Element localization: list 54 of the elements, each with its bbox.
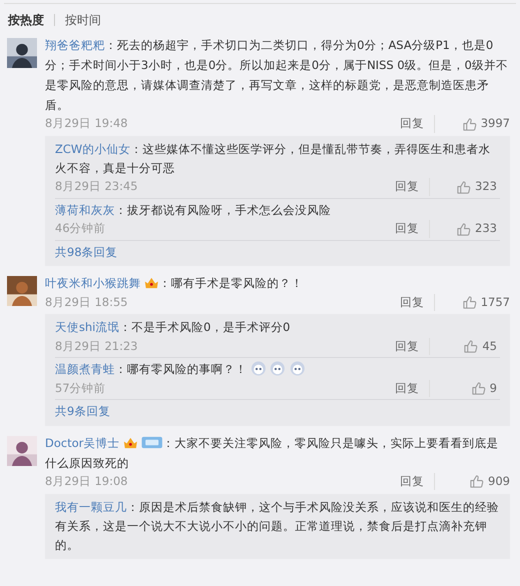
- like-count: 909: [488, 472, 510, 490]
- emoji-icon: [270, 361, 286, 376]
- emoji-icon: [290, 361, 305, 376]
- user-name-link[interactable]: 叶夜米和小猴跳舞: [45, 276, 141, 290]
- comment-text: 叶夜米和小猴跳舞 ：哪有手术是零风险的？！: [45, 275, 304, 292]
- like-icon[interactable]: [456, 222, 472, 236]
- comment-text: 翔爸爸粑粑：死去的杨超宇，手术切口为二类切口，得分为0分；ASA分级P1，也是0分；手术时间小于3小时，也是0分。所以加起来是0分，属于NISS 0级。但是，0级并不是零风险的意思，请媒体调查清楚了，再写文章，这样的标题党，是恶意制造医患矛盾。: [45, 37, 509, 114]
- like-count: 323: [475, 178, 497, 196]
- like-count: 3997: [480, 115, 510, 132]
- reply-link[interactable]: 回复: [395, 380, 430, 397]
- like-icon[interactable]: [463, 338, 478, 354]
- reply-text: 天使shi流氓：不是手术风险0，是手术评分0: [55, 319, 292, 336]
- sort-tab[interactable]: 按时间: [64, 11, 102, 29]
- comment-time: 8月29日 19:48: [45, 115, 129, 132]
- like-icon[interactable]: [462, 294, 477, 310]
- user-name-link[interactable]: 翔爸爸粑粑: [45, 38, 105, 52]
- comment-time: 8月29日 19:08: [45, 472, 129, 490]
- user-name-link[interactable]: 温颜煮青蛙: [55, 362, 115, 376]
- more-replies-link[interactable]: 共98条回复: [55, 245, 118, 259]
- reply-link[interactable]: 回复: [395, 178, 430, 196]
- user-name-link[interactable]: Doctor吴博士: [45, 436, 120, 450]
- user-name-link[interactable]: ZCW的小仙女: [55, 142, 130, 156]
- crown-badge-icon: [122, 436, 138, 448]
- like-count: 1757: [480, 294, 510, 311]
- level-badge-icon: [140, 436, 162, 448]
- user-name-link[interactable]: 我有一颗豆几: [55, 500, 127, 514]
- reply-text: 薄荷和灰灰：拔牙都说有风险呀，手术怎么会没风险: [55, 202, 332, 219]
- reply-link[interactable]: 回复: [400, 115, 435, 133]
- crown-badge-icon: [144, 276, 159, 290]
- user-name-link[interactable]: 薄荷和灰灰: [55, 203, 115, 217]
- reply-link[interactable]: 回复: [400, 472, 435, 490]
- comment-text: Doctor吴博士 ：大家不要关注零风险，零风险只是噱头，实际上要看看到底是什么原因致死的: [45, 434, 500, 472]
- more-replies-link[interactable]: 共9条回复: [55, 404, 110, 418]
- comment-time: 8月29日 23:45: [55, 178, 139, 196]
- like-count: 9: [490, 380, 497, 397]
- like-icon[interactable]: [469, 474, 484, 489]
- like-count: 45: [482, 338, 497, 355]
- reply-link[interactable]: 回复: [395, 338, 430, 355]
- reply-text: ZCW的小仙女：这些媒体不懂这些医学评分，但是懂乱带节奏，弄得医生和患者水火不容，真是十分可恶: [55, 141, 492, 177]
- reply-link[interactable]: 回复: [400, 294, 435, 311]
- like-icon[interactable]: [470, 380, 486, 396]
- reply-link[interactable]: 回复: [395, 220, 430, 238]
- reply-text: 温颜煮青蛙：哪有零风险的事啊？！: [55, 360, 500, 380]
- user-name-link[interactable]: 天使shi流氓: [55, 320, 120, 334]
- comment-time: 8月29日 21:23: [55, 338, 139, 355]
- like-icon[interactable]: [462, 116, 477, 132]
- sort-tab[interactable]: 按热度: [7, 11, 45, 29]
- reply-text: 我有一颗豆几：原因是术后禁食缺钾，这个与手术风险没关系，应该说和医生的经验有关系，这是一个说大不大说小不小的问题。正常道理说，禁食后是打点滴补充钾的。: [55, 498, 500, 554]
- like-count: 233: [475, 220, 497, 238]
- comment-time: 8月29日 18:55: [45, 294, 129, 311]
- comment-time: 57分钟前: [55, 380, 107, 397]
- emoji-icon: [250, 361, 266, 376]
- comment-time: 46分钟前: [55, 220, 107, 238]
- like-icon[interactable]: [456, 180, 472, 194]
